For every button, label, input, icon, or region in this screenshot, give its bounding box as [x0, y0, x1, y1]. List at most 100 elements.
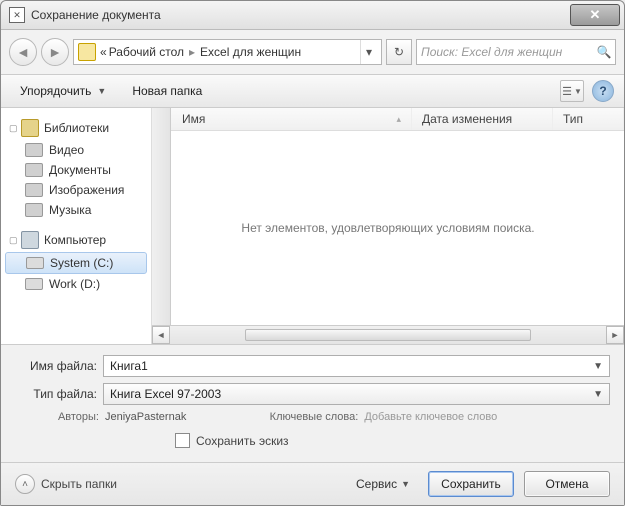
- filename-label: Имя файла:: [15, 359, 97, 373]
- cancel-button-label: Отмена: [545, 477, 588, 491]
- sidebar-header-computer[interactable]: ▢ Компьютер: [1, 228, 151, 252]
- new-folder-button[interactable]: Новая папка: [123, 80, 211, 102]
- refresh-icon: ↻: [394, 45, 404, 59]
- chevron-down-icon: ▼: [593, 361, 603, 372]
- new-folder-label: Новая папка: [132, 84, 202, 98]
- music-icon: [25, 203, 43, 217]
- window-title: Сохранение документа: [31, 8, 566, 22]
- save-dialog-window: ✕ Сохранение документа ✕ ◄ ► « Рабочий с…: [0, 0, 625, 506]
- sidebar-item-drive-c[interactable]: System (C:): [5, 252, 147, 274]
- arrow-left-icon: ◄: [16, 44, 30, 60]
- filetype-label: Тип файла:: [15, 387, 97, 401]
- breadcrumb-dropdown[interactable]: ▾: [360, 40, 377, 64]
- chevron-down-icon: ▼: [97, 86, 106, 96]
- sidebar-item-label: Work (D:): [49, 277, 100, 291]
- service-menu-button[interactable]: Сервис ▼: [348, 474, 418, 494]
- service-label: Сервис: [356, 477, 397, 491]
- help-button[interactable]: ?: [592, 80, 614, 102]
- authors-value[interactable]: JeniyaPasternak: [105, 411, 186, 423]
- hide-folders-button[interactable]: ˄ Скрыть папки: [15, 474, 117, 494]
- sidebar-item-drive-d[interactable]: Work (D:): [1, 274, 151, 294]
- filetype-value: Книга Excel 97-2003: [110, 387, 221, 401]
- drive-icon: [26, 257, 44, 269]
- column-header-name[interactable]: Имя ▴: [172, 108, 412, 130]
- addressbar: ◄ ► « Рабочий стол ▸ Excel для женщин ▾ …: [1, 30, 624, 75]
- sidebar-item-images[interactable]: Изображения: [1, 180, 151, 200]
- breadcrumb-item[interactable]: Excel для женщин: [200, 45, 301, 59]
- column-label: Имя: [182, 112, 205, 126]
- cancel-button[interactable]: Отмена: [524, 471, 610, 497]
- sidebar-header-libraries[interactable]: ▢ Библиотеки: [1, 116, 151, 140]
- nav-forward-button[interactable]: ►: [41, 38, 69, 66]
- footer: ˄ Скрыть папки Сервис ▼ Сохранить Отмена: [1, 462, 624, 505]
- scroll-right-button[interactable]: ►: [606, 326, 624, 344]
- sidebar-item-documents[interactable]: Документы: [1, 160, 151, 180]
- filename-value: Книга1: [110, 359, 148, 373]
- sidebar-item-video[interactable]: Видео: [1, 140, 151, 160]
- scroll-left-button[interactable]: ◄: [152, 326, 170, 344]
- close-icon: ✕: [590, 7, 601, 23]
- column-label: Дата изменения: [422, 112, 512, 126]
- hide-folders-label: Скрыть папки: [41, 477, 117, 491]
- video-icon: [25, 143, 43, 157]
- folder-icon: [78, 43, 96, 61]
- sidebar-item-music[interactable]: Музыка: [1, 200, 151, 220]
- expand-icon: ▢: [9, 123, 19, 134]
- organize-label: Упорядочить: [20, 84, 91, 98]
- nav-back-button[interactable]: ◄: [9, 38, 37, 66]
- column-header-date[interactable]: Дата изменения: [412, 108, 553, 130]
- sidebar-item-label: Изображения: [49, 183, 124, 197]
- metadata-row: Авторы: JeniyaPasternak Ключевые слова: …: [15, 411, 610, 423]
- scrollbar-horizontal[interactable]: ◄ ►: [152, 325, 624, 344]
- arrow-right-icon: ►: [48, 44, 62, 60]
- search-input[interactable]: Поиск: Excel для женщин 🔍: [416, 39, 616, 65]
- computer-icon: [21, 231, 39, 249]
- save-thumbnail-checkbox[interactable]: [175, 433, 190, 448]
- list-icon: ☰: [562, 85, 572, 98]
- documents-icon: [25, 163, 43, 177]
- file-pane: Имя ▴ Дата изменения Тип Нет элементов, …: [152, 108, 624, 344]
- dialog-body: ▢ Библиотеки Видео Документы Изображения: [1, 108, 624, 345]
- breadcrumb-prefix: «: [100, 45, 107, 59]
- toolbar: Упорядочить ▼ Новая папка ☰ ▼ ?: [1, 75, 624, 108]
- expand-icon: ▢: [9, 235, 19, 246]
- filetype-combobox[interactable]: Книга Excel 97-2003 ▼: [103, 383, 610, 405]
- save-thumbnail-row: Сохранить эскиз: [15, 433, 610, 448]
- chevron-down-icon: ▼: [401, 479, 410, 489]
- save-thumbnail-label: Сохранить эскиз: [196, 434, 289, 448]
- breadcrumb[interactable]: « Рабочий стол ▸ Excel для женщин ▾: [73, 39, 382, 65]
- view-mode-button[interactable]: ☰ ▼: [560, 80, 584, 102]
- organize-button[interactable]: Упорядочить ▼: [11, 80, 115, 102]
- libraries-icon: [21, 119, 39, 137]
- chevron-up-icon: ˄: [22, 479, 28, 490]
- form-area: Имя файла: Книга1 ▼ Тип файла: Книга Exc…: [1, 345, 624, 462]
- save-button-label: Сохранить: [441, 477, 501, 491]
- search-icon: 🔍: [597, 45, 611, 59]
- help-icon: ?: [599, 84, 606, 98]
- filetype-row: Тип файла: Книга Excel 97-2003 ▼: [15, 383, 610, 405]
- sort-indicator-icon: ▴: [396, 114, 401, 125]
- keywords-value[interactable]: Добавьте ключевое слово: [364, 411, 497, 423]
- authors-label: Авторы:: [35, 411, 99, 423]
- sidebar-item-label: Документы: [49, 163, 111, 177]
- titlebar: ✕ Сохранение документа ✕: [1, 1, 624, 30]
- breadcrumb-item[interactable]: Рабочий стол: [109, 45, 184, 59]
- app-icon: ✕: [9, 7, 25, 23]
- sidebar-label: Компьютер: [44, 233, 106, 247]
- sidebar-label: Библиотеки: [44, 121, 109, 135]
- close-button[interactable]: ✕: [570, 4, 620, 26]
- scrollbar-thumb[interactable]: [245, 329, 530, 341]
- column-headers: Имя ▴ Дата изменения Тип: [152, 108, 624, 131]
- column-label: Тип: [563, 112, 583, 126]
- column-header-type[interactable]: Тип: [553, 108, 624, 130]
- sidebar-item-label: System (C:): [50, 256, 113, 270]
- chevron-down-icon: ▼: [574, 87, 582, 96]
- sidebar-group-computer: ▢ Компьютер System (C:) Work (D:): [1, 228, 151, 294]
- refresh-button[interactable]: ↻: [386, 39, 412, 65]
- sidebar-item-label: Видео: [49, 143, 84, 157]
- sidebar-item-label: Музыка: [49, 203, 91, 217]
- empty-message: Нет элементов, удовлетворяющих условиям …: [241, 221, 534, 235]
- chevron-right-icon: ▸: [186, 45, 198, 59]
- filename-input[interactable]: Книга1 ▼: [103, 355, 610, 377]
- save-button[interactable]: Сохранить: [428, 471, 514, 497]
